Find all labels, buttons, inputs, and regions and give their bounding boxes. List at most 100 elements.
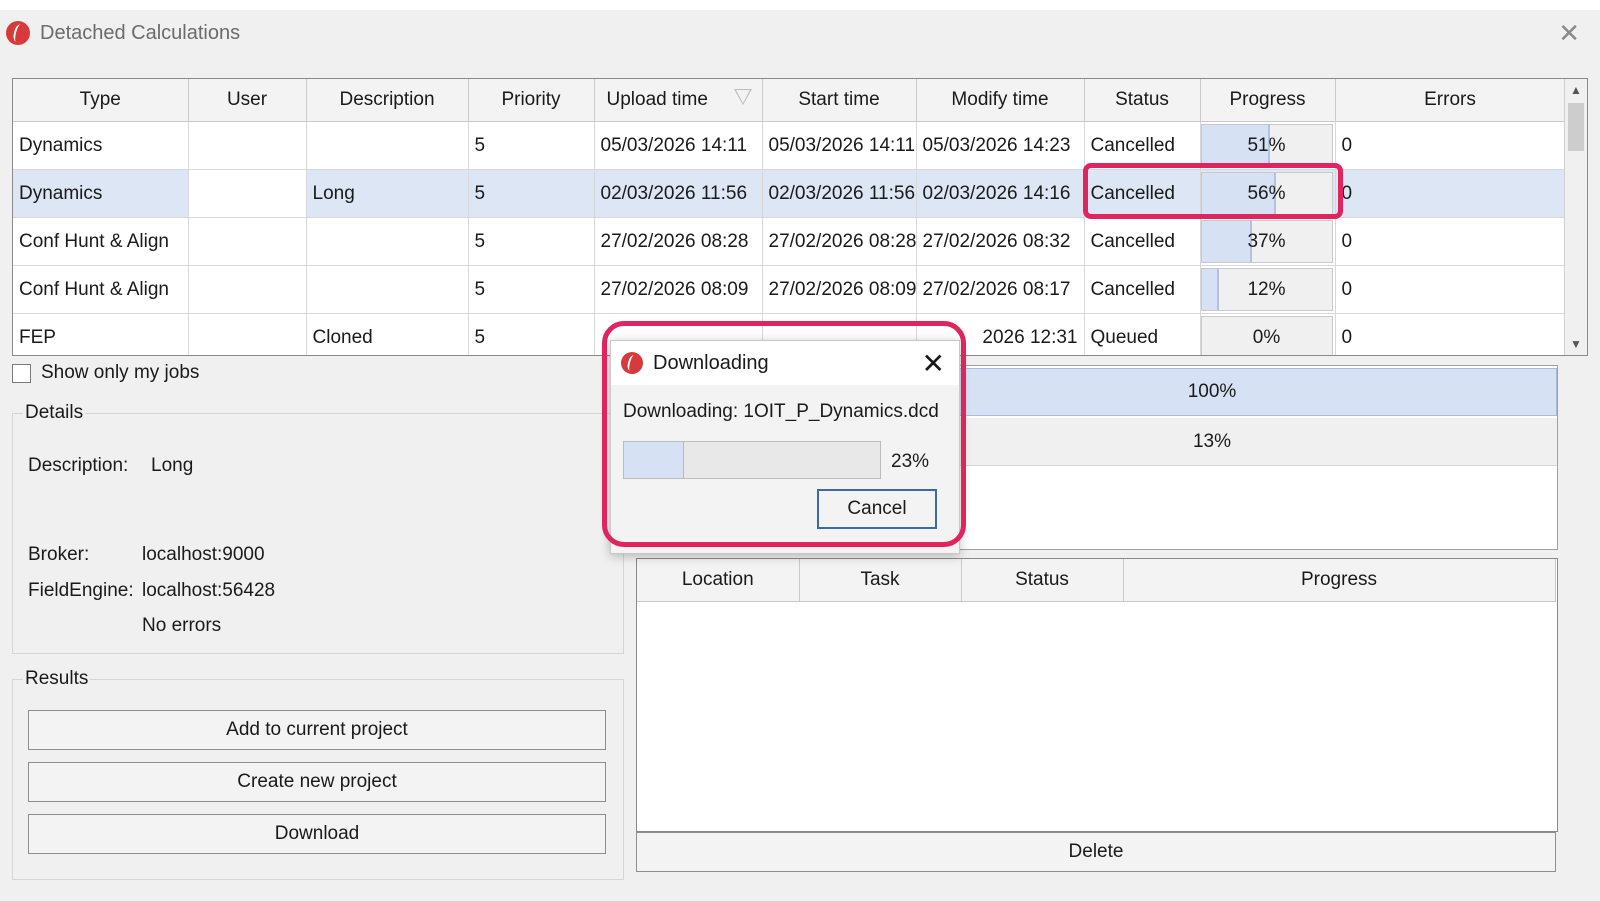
tasks-pane[interactable]: Location Task Status Progress	[636, 558, 1558, 832]
col-header-task-progress[interactable]: Progress	[1123, 559, 1556, 602]
cell-priority: 5	[468, 217, 595, 266]
download-button[interactable]: Download	[28, 814, 606, 854]
cell-priority: 5	[468, 313, 595, 355]
cell-type: Conf Hunt & Align	[13, 217, 189, 266]
scroll-thumb[interactable]	[1568, 103, 1584, 151]
cell-modify-time: 02/03/2026 14:16	[916, 169, 1085, 218]
details-group: Details	[12, 402, 624, 654]
col-header-progress[interactable]: Progress	[1200, 79, 1336, 122]
title-bar: Detached Calculations ✕	[0, 10, 1600, 56]
col-header-task-status[interactable]: Status	[961, 559, 1124, 602]
progress-bar: 0%	[1200, 316, 1333, 355]
results-legend: Results	[25, 668, 89, 689]
table-row[interactable]: Conf Hunt & Align 5 27/02/2026 08:09 27/…	[13, 265, 1566, 314]
cell-user	[188, 169, 307, 218]
progress-label: 0%	[1252, 326, 1281, 348]
cell-modify-time: 27/02/2026 08:17	[916, 265, 1085, 314]
dialog-highlight	[602, 321, 966, 547]
tasks-header-row: Location Task Status Progress	[637, 559, 1556, 602]
cell-priority: 5	[468, 121, 595, 170]
scroll-down-arrow-icon[interactable]: ▼	[1565, 333, 1587, 355]
cell-status: Cancelled	[1084, 265, 1201, 314]
progress-bar: 51%	[1200, 124, 1333, 167]
col-header-upload-time-label: Upload time	[606, 89, 708, 110]
cell-modify-time: 27/02/2026 08:32	[916, 217, 1085, 266]
cell-errors: 0	[1335, 265, 1566, 314]
show-only-my-jobs-label: Show only my jobs	[41, 362, 200, 383]
details-description-value: Long	[151, 455, 194, 476]
cell-errors: 0	[1335, 169, 1566, 218]
cell-type: Dynamics	[13, 169, 189, 218]
progress-label: 51%	[1247, 134, 1286, 156]
cell-type: Dynamics	[13, 121, 189, 170]
details-broker-label: Broker:	[28, 544, 90, 565]
cell-description: Cloned	[306, 313, 469, 355]
close-icon[interactable]: ✕	[1558, 18, 1580, 49]
col-header-upload-time[interactable]: Upload time	[594, 79, 763, 122]
cell-description	[306, 121, 469, 170]
cell-type: Conf Hunt & Align	[13, 265, 189, 314]
col-header-status[interactable]: Status	[1084, 79, 1201, 122]
cell-progress: 37%	[1200, 217, 1336, 266]
table-row[interactable]: Conf Hunt & Align 5 27/02/2026 08:28 27/…	[13, 217, 1566, 266]
progress-bar: 12%	[1200, 268, 1333, 311]
tasks-table: Location Task Status Progress	[637, 559, 1556, 602]
cell-status: Queued	[1084, 313, 1201, 355]
scroll-up-arrow-icon[interactable]: ▲	[1565, 79, 1587, 101]
details-fieldengine-label: FieldEngine:	[28, 580, 134, 601]
jobs-vertical-scrollbar[interactable]: ▲ ▼	[1564, 79, 1587, 355]
progress-bar: 37%	[1200, 220, 1333, 263]
details-errors-value: No errors	[142, 615, 222, 636]
col-header-task[interactable]: Task	[799, 559, 962, 602]
window-title: Detached Calculations	[40, 22, 241, 44]
jobs-grid[interactable]: Type User Description Priority Upload ti…	[12, 78, 1588, 356]
col-header-priority[interactable]: Priority	[468, 79, 595, 122]
cell-user	[188, 265, 307, 314]
details-fieldengine-value: localhost:56428	[142, 580, 276, 601]
cell-errors: 0	[1335, 217, 1566, 266]
col-header-description[interactable]: Description	[306, 79, 469, 122]
cell-errors: 0	[1335, 121, 1566, 170]
app-logo-icon	[6, 21, 30, 45]
cell-upload-time: 27/02/2026 08:09	[594, 265, 763, 314]
details-description-label: Description:	[28, 455, 129, 476]
create-new-project-button[interactable]: Create new project	[28, 762, 606, 802]
show-only-my-jobs-row[interactable]: Show only my jobs	[12, 362, 199, 384]
col-header-type[interactable]: Type	[13, 79, 189, 122]
progress-label: 12%	[1247, 278, 1286, 300]
cell-progress: 0%	[1200, 313, 1336, 355]
cell-user	[188, 121, 307, 170]
sort-descending-icon	[733, 89, 752, 105]
col-header-user[interactable]: User	[188, 79, 307, 122]
show-only-my-jobs-checkbox[interactable]	[12, 363, 31, 383]
progress-label: 37%	[1247, 230, 1286, 252]
col-header-modify-time[interactable]: Modify time	[916, 79, 1085, 122]
details-broker-value: localhost:9000	[142, 544, 265, 565]
cell-priority: 5	[468, 169, 595, 218]
cell-description: Long	[306, 169, 469, 218]
status-progress-highlight	[1083, 163, 1343, 219]
cell-modify-time: 05/03/2026 14:23	[916, 121, 1085, 170]
cell-upload-time: 05/03/2026 14:11	[594, 121, 763, 170]
cell-start-time: 02/03/2026 11:56	[762, 169, 917, 218]
delete-button[interactable]: Delete	[636, 832, 1556, 872]
cell-start-time: 05/03/2026 14:11	[762, 121, 917, 170]
cell-upload-time: 27/02/2026 08:28	[594, 217, 763, 266]
cell-description	[306, 265, 469, 314]
cell-user	[188, 313, 307, 355]
cell-progress: 12%	[1200, 265, 1336, 314]
cell-description	[306, 217, 469, 266]
cell-start-time: 27/02/2026 08:09	[762, 265, 917, 314]
col-header-location[interactable]: Location	[637, 559, 800, 602]
cell-type: FEP	[13, 313, 189, 355]
cell-priority: 5	[468, 265, 595, 314]
detached-calculations-window: Detached Calculations ✕ Type User Descri…	[0, 10, 1600, 901]
jobs-header-row: Type User Description Priority Upload ti…	[13, 79, 1566, 122]
col-header-errors[interactable]: Errors	[1335, 79, 1566, 122]
details-legend: Details	[25, 402, 84, 423]
col-header-start-time[interactable]: Start time	[762, 79, 917, 122]
add-to-current-project-button[interactable]: Add to current project	[28, 710, 606, 750]
cell-user	[188, 217, 307, 266]
cell-errors: 0	[1335, 313, 1566, 355]
cell-upload-time: 02/03/2026 11:56	[594, 169, 763, 218]
